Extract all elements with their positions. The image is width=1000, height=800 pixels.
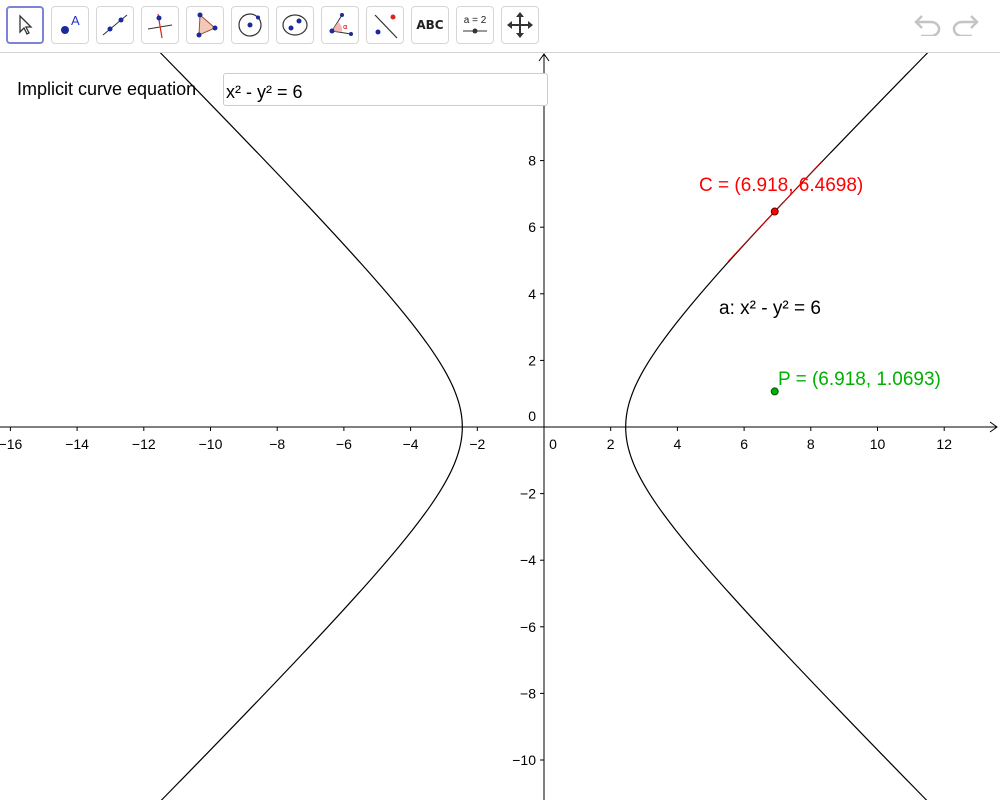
x-tick-label: −16 — [0, 436, 22, 452]
slider-tool-button[interactable]: a = 2 — [456, 6, 494, 44]
slider-tool-label: a = 2 — [463, 15, 487, 26]
y-tick-label: −2 — [520, 486, 536, 502]
undo-icon — [913, 12, 943, 40]
x-tick-label: −2 — [469, 436, 485, 452]
point-tool-button[interactable]: A — [51, 6, 89, 44]
polygon-tool-icon — [190, 10, 220, 40]
move-graphics-view-tool-icon — [506, 11, 534, 39]
point-p-label[interactable]: P = (6.918, 1.0693) — [778, 369, 941, 390]
x-tick-label: −12 — [132, 436, 156, 452]
x-tick-label: 6 — [740, 436, 748, 452]
angle-tool-button[interactable]: α — [321, 6, 359, 44]
y-tick-label: 8 — [528, 153, 536, 169]
y-tick-label: 0 — [528, 408, 536, 424]
text-tool-icon: ABC — [416, 18, 444, 32]
undo-button[interactable] — [913, 12, 943, 40]
curve-label[interactable]: a: x² - y² = 6 — [719, 298, 821, 319]
svg-text:A: A — [71, 13, 80, 28]
redo-button[interactable] — [950, 12, 980, 40]
y-tick-label: 2 — [528, 352, 536, 368]
ellipse-tool-icon — [280, 10, 310, 40]
equation-input[interactable] — [223, 73, 548, 106]
x-tick-label: −8 — [269, 436, 285, 452]
redo-icon — [950, 12, 980, 40]
y-tick-label: −6 — [520, 619, 536, 635]
circle-tool-button[interactable] — [231, 6, 269, 44]
graphics-view[interactable]: −16 −14 −12 −10 −8 −6 −4 −2 0 2 4 6 8 10 12 8 6 4 2 0 −2 −4 −6… — [0, 53, 1000, 800]
svg-text:α: α — [343, 23, 348, 31]
line-tool-icon — [100, 10, 130, 40]
toolbar: A α ABC a = 2 — [0, 0, 1000, 53]
coordinate-axes: −16 −14 −12 −10 −8 −6 −4 −2 0 2 4 6 8 10 12 8 6 4 2 0 −2 −4 −6… — [0, 53, 998, 800]
x-tick-label: 2 — [607, 436, 615, 452]
ellipse-tool-button[interactable] — [276, 6, 314, 44]
slider-tool-icon: a = 2 — [462, 15, 488, 35]
line-tool-button[interactable] — [96, 6, 134, 44]
x-tick-label: 4 — [674, 436, 682, 452]
point-c-label[interactable]: C = (6.918, 6.4698) — [699, 175, 863, 196]
x-tick-label: 12 — [936, 436, 952, 452]
input-label: Implicit curve equation — [17, 79, 197, 99]
angle-tool-icon: α — [325, 10, 355, 40]
point-c[interactable] — [770, 207, 779, 216]
y-tick-label: 4 — [528, 286, 536, 302]
y-tick-label: 6 — [528, 219, 536, 235]
point-tool-icon: A — [55, 10, 85, 40]
x-tick-label: −6 — [336, 436, 352, 452]
move-graphics-view-tool-button[interactable] — [501, 6, 539, 44]
move-tool-icon — [14, 13, 36, 37]
polygon-tool-button[interactable] — [186, 6, 224, 44]
reflect-tool-button[interactable] — [366, 6, 404, 44]
x-tick-label: 8 — [807, 436, 815, 452]
text-tool-button[interactable]: ABC — [411, 6, 449, 44]
reflect-tool-icon — [370, 10, 400, 40]
x-tick-label: −4 — [403, 436, 419, 452]
x-tick-label: −14 — [65, 436, 89, 452]
x-tick-label: −10 — [199, 436, 223, 452]
perpendicular-line-tool-button[interactable] — [141, 6, 179, 44]
x-tick-label: 10 — [870, 436, 886, 452]
move-tool-button[interactable] — [6, 6, 44, 44]
x-tick-label: 0 — [549, 436, 557, 452]
y-tick-label: −4 — [520, 552, 536, 568]
circle-tool-icon — [235, 10, 265, 40]
y-tick-label: −10 — [512, 752, 536, 768]
perpendicular-line-tool-icon — [145, 10, 175, 40]
y-tick-label: −8 — [520, 685, 536, 701]
